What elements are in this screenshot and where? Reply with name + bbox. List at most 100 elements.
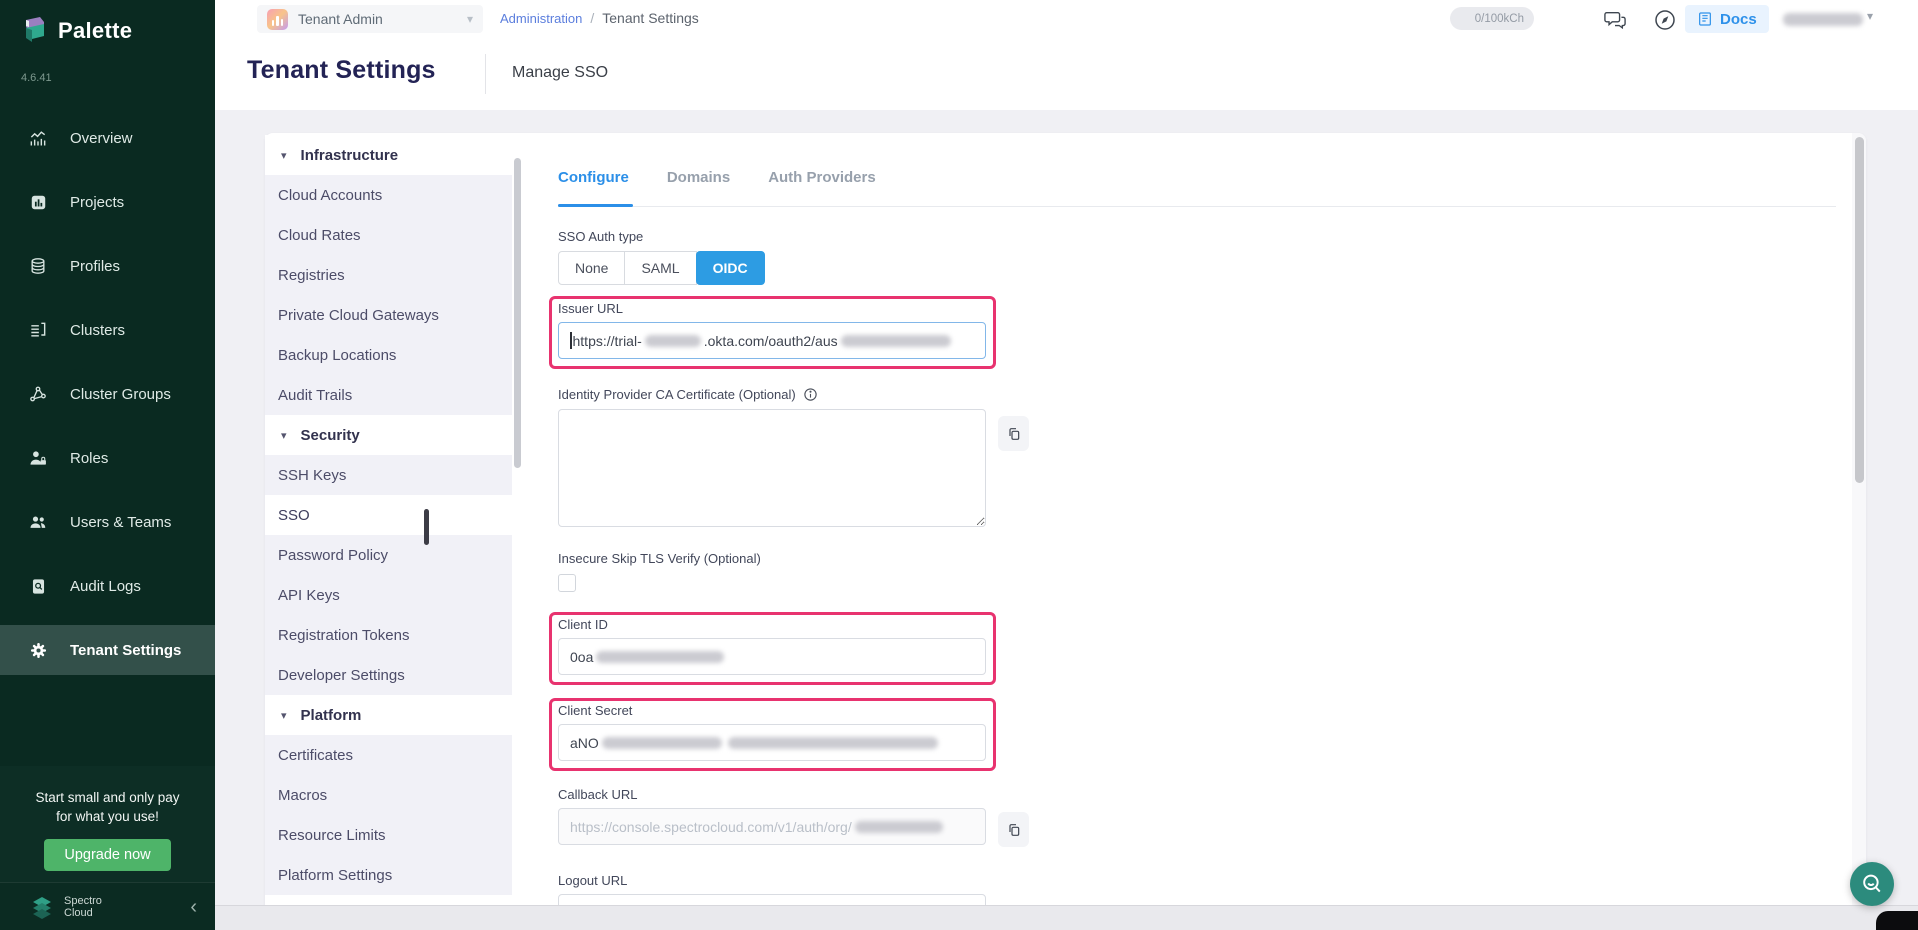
sidebar-collapse-button[interactable]: ‹ (190, 897, 197, 917)
sso-tabs: Configure Domains Auth Providers (558, 169, 1836, 207)
breadcrumb-current: Tenant Settings (602, 10, 699, 26)
scope-selector-label: Tenant Admin (298, 11, 383, 27)
sidebar-item-cluster-groups[interactable]: Cluster Groups (0, 362, 215, 426)
usage-counter-badge: 0/100kCh (1450, 7, 1534, 30)
sidebar-nav: Overview Projects Profiles Clusters Clus… (0, 106, 215, 682)
docs-button[interactable]: Docs (1685, 5, 1769, 33)
redacted-text (728, 737, 938, 749)
title-divider (485, 54, 486, 94)
copy-button[interactable] (998, 416, 1029, 451)
auth-type-saml-button[interactable]: SAML (624, 251, 696, 285)
redacted-text (645, 335, 701, 347)
client-secret-input[interactable]: aNO (558, 724, 986, 761)
tab-configure[interactable]: Configure (558, 169, 629, 206)
settings-item-developer-settings[interactable]: Developer Settings (265, 655, 512, 695)
redacted-text (602, 737, 722, 749)
copy-button[interactable] (998, 812, 1029, 847)
users-icon (28, 512, 48, 532)
settings-item-registries[interactable]: Registries (265, 255, 512, 295)
chevron-down-icon: ▾ (281, 149, 287, 162)
settings-nav-scrollbar-thumb[interactable] (514, 158, 521, 468)
sidebar-item-clusters[interactable]: Clusters (0, 298, 215, 362)
sidebar-item-users-teams[interactable]: Users & Teams (0, 490, 215, 554)
app-grid-gradient-icon (267, 9, 288, 30)
settings-item-registration-tokens[interactable]: Registration Tokens (265, 615, 512, 655)
settings-group-security: SSH Keys SSO Password Policy API Keys Re… (265, 455, 512, 695)
node-graph-icon (28, 384, 48, 404)
settings-item-ssh-keys[interactable]: SSH Keys (265, 455, 512, 495)
user-name-redacted[interactable] (1783, 13, 1863, 26)
breadcrumb-link-administration[interactable]: Administration (500, 11, 582, 26)
info-icon[interactable] (803, 387, 818, 402)
page-title: Tenant Settings (247, 56, 436, 85)
sidebar-item-roles[interactable]: Roles (0, 426, 215, 490)
bar-chart-tile-icon (28, 192, 48, 212)
settings-item-private-cloud-gateways[interactable]: Private Cloud Gateways (265, 295, 512, 335)
settings-item-resource-limits[interactable]: Resource Limits (265, 815, 512, 855)
chevron-down-icon: ▾ (467, 12, 473, 26)
doc-search-icon (28, 576, 48, 596)
client-id-input[interactable]: 0oa (558, 638, 986, 675)
settings-item-sso[interactable]: SSO (265, 495, 512, 535)
client-id-field: Client ID 0oa (558, 617, 986, 675)
docs-book-icon (1697, 11, 1713, 27)
callback-url-field: Callback URL https://console.spectroclou… (558, 787, 986, 845)
settings-item-api-keys[interactable]: API Keys (265, 575, 512, 615)
settings-item-macros[interactable]: Macros (265, 775, 512, 815)
sidebar-item-label: Tenant Settings (70, 642, 181, 659)
ca-certificate-textarea[interactable] (558, 409, 986, 527)
magnifier-smile-icon (1859, 871, 1885, 897)
breadcrumb: Administration / Tenant Settings (500, 10, 699, 26)
footer-brand-line1: Spectro (64, 895, 102, 907)
callback-url-input[interactable]: https://console.spectrocloud.com/v1/auth… (558, 808, 986, 845)
sidebar-item-tenant-settings[interactable]: Tenant Settings (0, 625, 215, 675)
breadcrumb-separator: / (590, 10, 594, 26)
sidebar-item-label: Profiles (70, 258, 120, 275)
copy-icon (1006, 822, 1022, 838)
compass-icon[interactable] (1652, 7, 1678, 33)
issuer-url-field: Issuer URL https://trial- .okta.com/oaut… (558, 301, 986, 359)
settings-item-password-policy[interactable]: Password Policy (265, 535, 512, 575)
chat-bubbles-icon[interactable] (1602, 7, 1628, 33)
sidebar-item-overview[interactable]: Overview (0, 106, 215, 170)
tab-auth-providers[interactable]: Auth Providers (768, 169, 876, 206)
auth-type-oidc-button[interactable]: OIDC (696, 251, 765, 285)
issuer-url-label: Issuer URL (558, 301, 986, 316)
upgrade-now-button[interactable]: Upgrade now (44, 839, 170, 871)
title-bar: Tenant Settings Manage SSO (215, 38, 1918, 110)
palette-logo: Palette (20, 16, 132, 46)
user-lock-icon (28, 448, 48, 468)
tab-domains[interactable]: Domains (667, 169, 730, 206)
settings-section-platform[interactable]: ▾ Platform (265, 695, 512, 735)
sidebar-item-audit-logs[interactable]: Audit Logs (0, 554, 215, 618)
sidebar-item-projects[interactable]: Projects (0, 170, 215, 234)
sidebar-item-label: Users & Teams (70, 514, 171, 531)
sso-configure-panel: Configure Domains Auth Providers SSO Aut… (558, 133, 1846, 930)
auth-type-none-button[interactable]: None (558, 251, 625, 285)
settings-nav-active-scroll-indicator (424, 509, 429, 545)
settings-item-certificates[interactable]: Certificates (265, 735, 512, 775)
bottom-edge-strip (215, 905, 1918, 930)
settings-section-security[interactable]: ▾ Security (265, 415, 512, 455)
sidebar-item-label: Overview (70, 130, 133, 147)
settings-item-platform-settings[interactable]: Platform Settings (265, 855, 512, 895)
card-scrollbar-track[interactable] (1852, 133, 1866, 930)
issuer-url-input[interactable]: https://trial- .okta.com/oauth2/aus (558, 322, 986, 359)
scope-selector[interactable]: Tenant Admin ▾ (257, 5, 483, 33)
sidebar-item-profiles[interactable]: Profiles (0, 234, 215, 298)
help-search-fab[interactable] (1850, 862, 1894, 906)
promo-line2: for what you use! (0, 807, 215, 826)
settings-item-backup-locations[interactable]: Backup Locations (265, 335, 512, 375)
card-scrollbar-thumb[interactable] (1855, 137, 1864, 483)
sidebar-item-label: Projects (70, 194, 124, 211)
settings-item-audit-trails[interactable]: Audit Trails (265, 375, 512, 415)
settings-section-infrastructure[interactable]: ▾ Infrastructure (265, 135, 512, 175)
skip-tls-checkbox[interactable] (558, 574, 576, 592)
settings-item-cloud-accounts[interactable]: Cloud Accounts (265, 175, 512, 215)
sidebar-item-label: Roles (70, 450, 108, 467)
settings-item-cloud-rates[interactable]: Cloud Rates (265, 215, 512, 255)
app-name: Palette (58, 18, 132, 44)
chevron-down-icon[interactable]: ▾ (1867, 9, 1873, 23)
client-secret-label: Client Secret (558, 703, 986, 718)
client-id-label: Client ID (558, 617, 986, 632)
